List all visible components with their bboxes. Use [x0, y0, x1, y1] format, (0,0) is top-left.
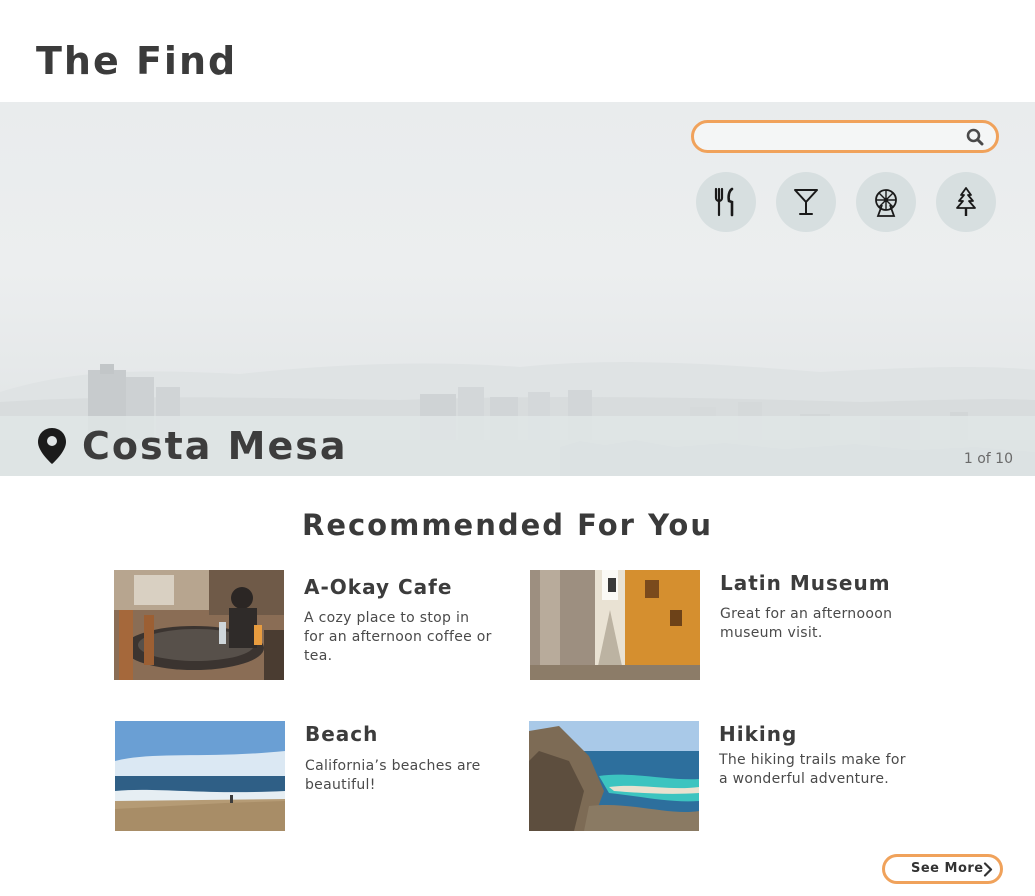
recommendation-card-hiking[interactable]: Hiking The hiking trails make for a wond…: [529, 721, 919, 833]
card-title: Hiking: [719, 722, 798, 746]
cafe-photo: [114, 570, 284, 680]
beach-photo: [115, 721, 285, 831]
card-description: The hiking trails make for a wonderful a…: [719, 752, 906, 787]
pine-tree-icon: [956, 187, 976, 216]
chevron-right-icon: [983, 862, 993, 877]
category-bars-button[interactable]: [776, 172, 836, 232]
recommendation-card-cafe[interactable]: A-Okay Cafe A cozy place to stop in for …: [114, 570, 504, 682]
see-more-button[interactable]: See More: [882, 854, 1003, 884]
hero-banner: Costa Mesa 1 of 10: [0, 102, 1035, 476]
location-name: Costa Mesa: [82, 424, 348, 468]
location-bar: Costa Mesa 1 of 10: [0, 416, 1035, 476]
recommendation-card-museum[interactable]: Latin Museum Great for an afternooon mus…: [530, 570, 920, 682]
search-input[interactable]: [706, 126, 956, 148]
recommendation-card-beach[interactable]: Beach California’s beaches are beautiful…: [115, 721, 505, 833]
slide-counter: 1 of 10: [963, 451, 1013, 467]
card-title: Beach: [305, 722, 379, 746]
cocktail-icon: [794, 189, 818, 215]
card-description: California’s beaches are beautiful!: [305, 758, 481, 793]
recommended-heading: Recommended For You: [301, 508, 713, 542]
category-attractions-button[interactable]: [856, 172, 916, 232]
card-title: A-Okay Cafe: [304, 575, 453, 599]
search-bar[interactable]: [691, 120, 999, 153]
card-description: Great for an afternooon museum visit.: [720, 606, 893, 641]
see-more-label: See More: [911, 861, 984, 876]
ferris-wheel-icon: [875, 189, 897, 217]
location-pin-icon: [38, 428, 66, 464]
museum-photo: [530, 570, 700, 680]
card-description: A cozy place to stop in for an afternoon…: [304, 610, 492, 664]
card-title: Latin Museum: [720, 571, 891, 595]
site-header: The Find: [0, 0, 1035, 102]
category-restaurants-button[interactable]: [696, 172, 756, 232]
fork-knife-icon: [714, 187, 734, 217]
site-title: The Find: [36, 39, 238, 83]
hiking-photo: [529, 721, 699, 831]
search-icon[interactable]: [964, 126, 986, 148]
category-outdoors-button[interactable]: [936, 172, 996, 232]
